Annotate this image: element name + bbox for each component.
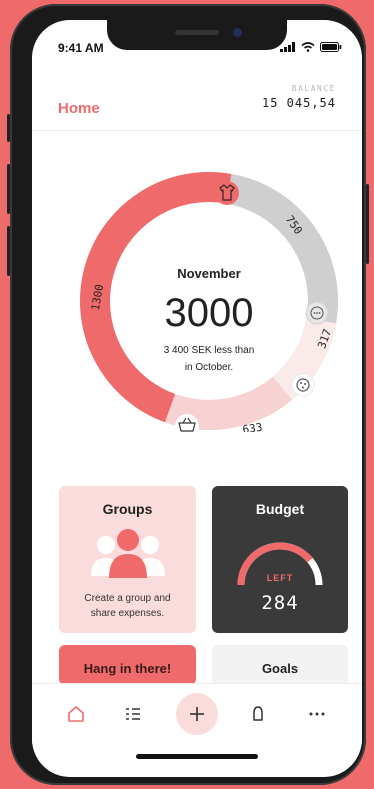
budget-left-label: LEFT [266,573,294,583]
add-icon [190,707,204,721]
month-label: November [177,266,241,281]
food-icon[interactable] [291,373,315,397]
groups-title: Groups [102,501,153,517]
budget-left-value: 284 [261,592,299,614]
more-icon[interactable] [305,301,329,325]
month-amount: 3000 [165,291,254,335]
volume-down-button [7,226,10,276]
shirt-icon[interactable] [215,181,239,205]
list-icon [126,708,140,720]
front-camera [233,28,242,37]
phone-frame: 9:41 AM Home BALANCE 15 045,54 1300 750 … [7,4,369,785]
battery-icon [320,42,342,52]
budget-card[interactable]: Budget LEFT 284 [212,486,348,633]
hang-in-there-card[interactable]: Hang in there! [59,645,196,685]
notification-icon [253,706,263,721]
system-icons [280,42,342,52]
tab-notifications[interactable] [240,696,276,732]
tab-transactions[interactable] [115,696,151,732]
goals-card[interactable]: Goals [212,645,348,685]
tab-add[interactable] [176,693,218,735]
tab-bar [32,683,362,744]
app-header: Home BALANCE 15 045,54 [32,76,362,131]
speaker [175,30,219,35]
mute-switch [7,114,10,142]
home-icon [68,706,84,722]
goals-title: Goals [261,661,299,676]
tab-home[interactable] [58,696,94,732]
groups-description-2: share expenses. [90,608,165,619]
screen: 9:41 AM Home BALANCE 15 045,54 1300 750 … [32,20,362,777]
more-icon [309,712,325,716]
page-title: Home [58,100,100,117]
groups-description-1: Create a group and [84,593,171,604]
comparison-line-1: 3 400 SEK less than [164,345,255,356]
home-indicator [136,754,258,759]
group-people-icon [91,529,165,578]
wifi-icon [301,42,315,52]
volume-up-button [7,164,10,214]
power-button [366,184,369,264]
segment-label-shopping: 633 [242,421,263,432]
hang-title: Hang in there! [83,661,172,676]
spending-ring[interactable]: 1300 750 317 633 November 3000 3 400 SEK… [77,170,341,432]
tab-more[interactable] [299,696,335,732]
signal-icon [280,42,295,52]
balance-label: BALANCE [291,84,336,93]
notch [107,20,287,50]
budget-title: Budget [255,501,305,517]
comparison-line-2: in October. [185,362,233,373]
groups-card[interactable]: Groups Create a group and share expenses… [59,486,196,633]
balance-value[interactable]: 15 045,54 [262,96,336,110]
status-time: 9:41 AM [58,41,104,55]
